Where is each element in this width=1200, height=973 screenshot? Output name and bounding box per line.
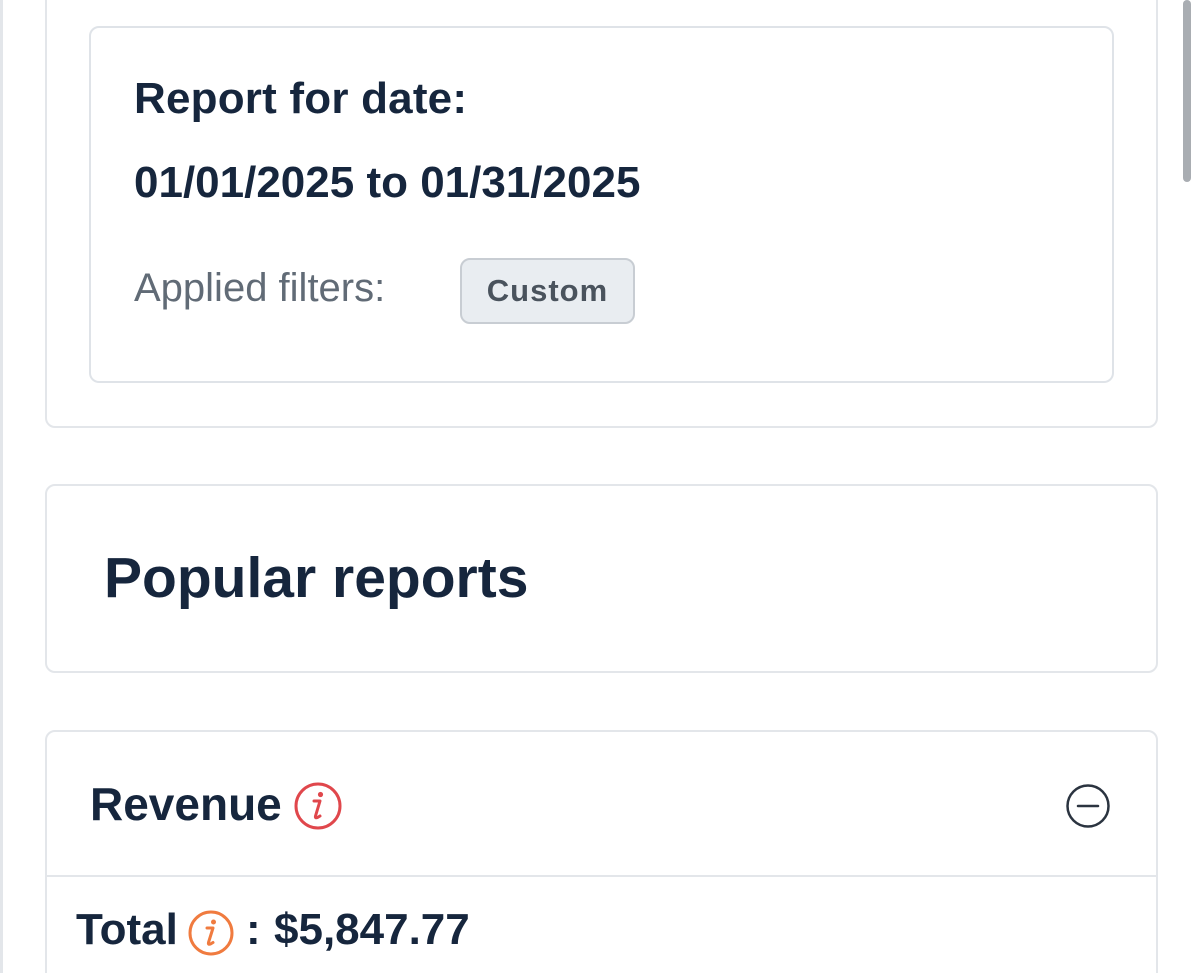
left-edge-divider — [0, 0, 3, 973]
total-info-icon[interactable] — [187, 909, 235, 957]
reports-page: Report for date: 01/01/2025 to 01/31/202… — [0, 0, 1200, 973]
revenue-title: Revenue — [90, 778, 282, 830]
total-label: Total — [76, 905, 178, 954]
total-revenue-value: $5,847.77 — [274, 905, 470, 954]
minus-circle-icon[interactable] — [1065, 783, 1111, 829]
revenue-info-icon[interactable] — [293, 781, 343, 831]
filter-chip-custom[interactable]: Custom — [460, 258, 635, 324]
total-colon: : — [246, 905, 261, 954]
applied-filters-label: Applied filters: — [134, 266, 386, 310]
scrollbar-thumb[interactable] — [1183, 0, 1191, 182]
report-date-range: 01/01/2025 to 01/31/2025 — [134, 158, 641, 207]
report-date-label: Report for date: — [134, 74, 468, 123]
popular-reports-title: Popular reports — [104, 546, 529, 610]
revenue-divider — [47, 875, 1156, 877]
